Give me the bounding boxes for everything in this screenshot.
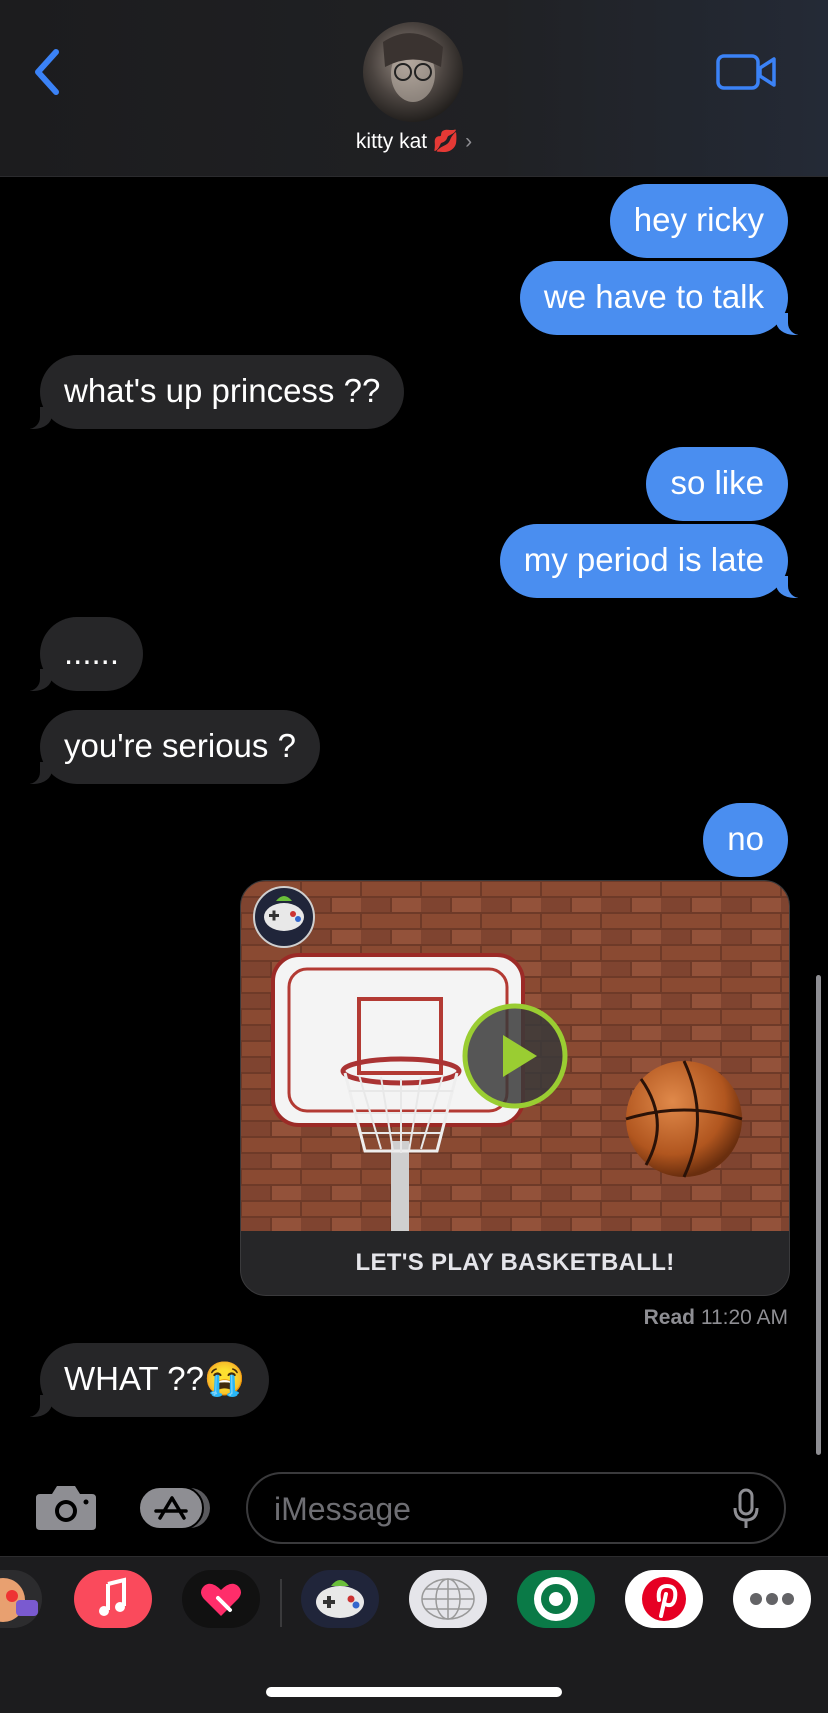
drawer-divider [280,1579,282,1627]
message-composer[interactable] [246,1472,786,1544]
read-receipt: Read 11:20 AM [643,1306,788,1329]
scrollbar[interactable] [816,975,821,1455]
incoming-message[interactable]: what's up princess ?? [17,355,405,429]
outgoing-message[interactable]: my period is late [499,524,811,598]
game-message-card[interactable]: LET'S PLAY BASKETBALL! [240,880,790,1296]
contact-avatar[interactable] [363,22,463,122]
app-store-icon[interactable] [138,1486,212,1530]
message-input[interactable] [272,1488,716,1530]
outgoing-message[interactable]: we have to talk [519,261,811,335]
globe-app-icon[interactable] [409,1570,487,1628]
game-caption: LET'S PLAY BASKETBALL! [355,1249,675,1276]
apple-music-icon[interactable] [74,1570,152,1628]
play-icon[interactable] [462,1003,568,1109]
incoming-message[interactable]: WHAT ??😭 [17,1343,270,1417]
outgoing-message[interactable]: no [703,803,788,877]
memoji-stickers-icon[interactable] [0,1570,42,1628]
home-indicator[interactable] [266,1687,562,1697]
more-apps-icon[interactable] [733,1570,811,1628]
game-pigeon-icon [253,886,315,948]
outgoing-message[interactable]: hey ricky [609,184,788,258]
chevron-right-icon: › [465,130,473,153]
app-drawer [0,1556,828,1713]
contact-name: kitty kat 💋 [355,130,460,153]
pinterest-icon[interactable] [625,1570,703,1628]
camera-icon[interactable] [34,1482,98,1532]
digital-touch-icon[interactable] [182,1570,260,1628]
incoming-message[interactable]: you're serious ? [18,710,320,784]
video-camera-icon[interactable] [716,52,778,92]
contact-name-button[interactable]: kitty kat 💋 › [0,130,828,154]
conversation-header: kitty kat 💋 › [0,0,828,177]
starbucks-icon[interactable] [517,1570,595,1628]
incoming-message[interactable]: ...... [17,617,144,691]
game-pigeon-icon[interactable] [301,1570,379,1628]
basketball-game-preview [241,881,789,1231]
chevron-left-icon[interactable] [28,44,68,100]
microphone-icon[interactable] [732,1488,760,1530]
outgoing-message[interactable]: so like [646,447,788,521]
